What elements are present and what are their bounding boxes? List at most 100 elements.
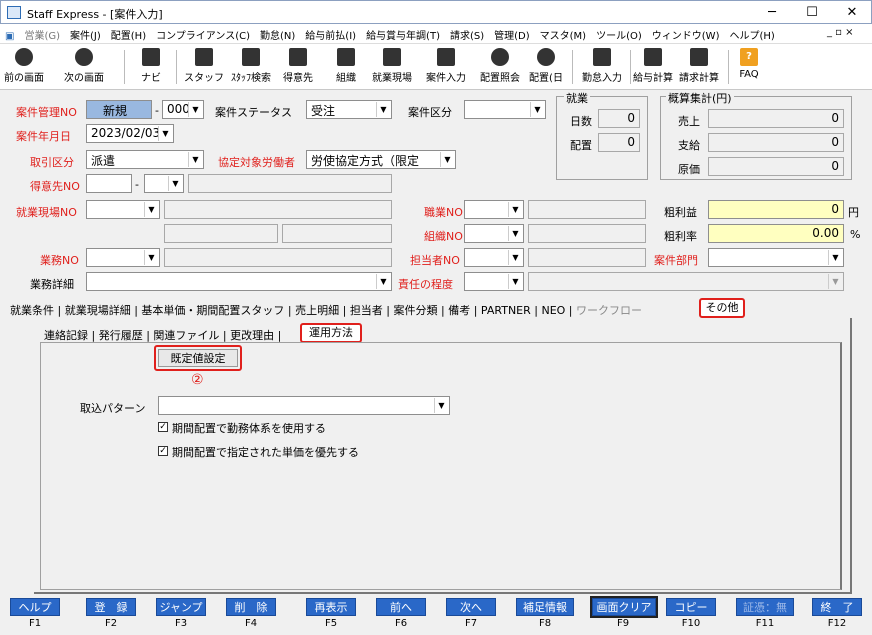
gross-profit-unit: 円 [848, 206, 859, 219]
tab-notes[interactable]: 備考 [448, 302, 470, 318]
site-select[interactable]: ▼ [86, 200, 160, 219]
delete-button[interactable]: 削 除 [226, 598, 276, 616]
menu-help[interactable]: ヘルプ(H) [724, 24, 779, 42]
copy-button[interactable]: コピー [666, 598, 716, 616]
jump-button[interactable]: ジャンプ [156, 598, 206, 616]
tab-site-detail[interactable]: 就業現場詳細 [65, 302, 131, 318]
client-sub-select[interactable]: ▼ [144, 174, 184, 193]
status-select[interactable]: 受注 ▼ [306, 100, 392, 119]
minimize-button[interactable]: ─ [757, 3, 787, 23]
tab-sales-detail[interactable]: 売上明細 [295, 302, 339, 318]
forward-button[interactable]: 次の画面 [58, 48, 110, 84]
default-setting-button[interactable]: 既定値設定 [158, 349, 238, 367]
faq-button[interactable]: ? FAQ [734, 48, 764, 80]
pattern-select[interactable]: ▼ [158, 396, 450, 415]
subtab-operation[interactable]: 運用方法 [300, 323, 362, 343]
f6-key: F6 [394, 618, 408, 629]
check-use-shift[interactable]: ✓ [158, 422, 168, 432]
staff-label: 担当者NO [410, 254, 460, 267]
staff-button[interactable]: スタッフ [184, 48, 224, 84]
f9-key: F9 [616, 618, 630, 629]
work-name-field [164, 248, 392, 267]
help-button[interactable]: ヘルプ [10, 598, 60, 616]
case-input-button[interactable]: 案件入力 [420, 48, 472, 84]
exit-button[interactable]: 終 了 [812, 598, 862, 616]
agreement-select[interactable]: 労使協定方式（限定 ▼ [306, 150, 456, 169]
menu-window[interactable]: ウィンドウ(W) [647, 24, 725, 42]
menu-tool[interactable]: ツール(O) [591, 24, 647, 42]
org-icon [337, 48, 355, 66]
case-no-field[interactable]: 新規 [86, 100, 152, 119]
site-button[interactable]: 就業現場 [368, 48, 416, 84]
work-select[interactable]: ▼ [86, 248, 160, 267]
mdi-controls[interactable]: _ ▫ × [822, 24, 859, 38]
navi-button[interactable]: ナビ [134, 48, 168, 84]
payroll-button[interactable]: 給与計算 [632, 48, 674, 84]
tab-partner[interactable]: PARTNER [481, 304, 531, 317]
prev-button[interactable]: 前へ [376, 598, 426, 616]
menu-kintai[interactable]: 勤怠(N) [255, 24, 300, 42]
evidence-button[interactable]: 証憑：無 [736, 598, 794, 616]
tab-workflow[interactable]: ワークフロー [576, 302, 642, 318]
tab-staff[interactable]: 担当者 [350, 302, 383, 318]
subtab-issue-history[interactable]: 発行履歴 [99, 327, 143, 343]
back-button[interactable]: 前の画面 [4, 48, 44, 84]
case-seq-select[interactable]: 000 ▼ [162, 100, 204, 119]
resp-select[interactable]: ▼ [464, 272, 524, 291]
toolbar-separator [124, 50, 125, 84]
supplement-button[interactable]: 補足情報 [516, 598, 574, 616]
assign-day-button[interactable]: 配置(日 [526, 48, 566, 84]
next-button[interactable]: 次へ [446, 598, 496, 616]
tab-neo[interactable]: NEO [541, 304, 565, 317]
main-tabs: 就業条件 | 就業現場詳細 | 基本単価・期間配置スタッフ | 売上明細 | 担… [10, 302, 643, 318]
detail-select[interactable]: ▼ [86, 272, 392, 291]
assign-query-button[interactable]: 配置照会 [476, 48, 524, 84]
menu-anken[interactable]: 案件(J) [65, 24, 106, 42]
check-prefer-price[interactable]: ✓ [158, 446, 168, 456]
chevron-down-icon: ▼ [144, 202, 158, 217]
tab-work-conditions[interactable]: 就業条件 [10, 302, 54, 318]
toolbar-separator [176, 50, 177, 84]
subtab-contact-log[interactable]: 連絡記録 [44, 327, 88, 343]
menu-maebarai[interactable]: 給与前払(I) [300, 24, 361, 42]
menu-bar: ▣ 営業(G) 案件(J) 配置(H) コンプライアンス(C) 勤怠(N) 給与前払(I) 給… [0, 24, 872, 44]
subtab-renewal-reason[interactable]: 更改理由 [230, 327, 274, 343]
f7-key: F7 [464, 618, 478, 629]
clear-screen-button[interactable]: 画面クリア [590, 596, 658, 618]
maximize-button[interactable]: ☐ [797, 3, 827, 23]
staff-select[interactable]: ▼ [464, 248, 524, 267]
billing-button[interactable]: 請求計算 [676, 48, 722, 84]
staff-search-button[interactable]: ｽﾀｯﾌ検索 [228, 48, 274, 84]
menu-seikyu[interactable]: 請求(S) [445, 24, 489, 42]
client-label: 得意先NO [30, 180, 80, 193]
menu-kanri[interactable]: 管理(D) [489, 24, 535, 42]
case-no-sep: - [155, 104, 159, 117]
client-name-field [188, 174, 392, 193]
date-field[interactable]: 2023/02/03 ▼ [86, 124, 174, 143]
menu-eigyo[interactable]: 営業(G) [19, 24, 65, 42]
client-button[interactable]: 得意先 [278, 48, 318, 84]
menu-compliance[interactable]: コンプライアンス(C) [151, 24, 255, 42]
dept-select[interactable]: ▼ [708, 248, 844, 267]
register-button[interactable]: 登 録 [86, 598, 136, 616]
client-no-field[interactable] [86, 174, 132, 193]
summary-group-title: 概算集計(円) [666, 90, 734, 106]
attendance-button[interactable]: 勤怠入力 [578, 48, 626, 84]
tab-case-class[interactable]: 案件分類 [394, 302, 438, 318]
tab-basic-price[interactable]: 基本単価・期間配置スタッフ [141, 302, 284, 318]
arrow-right-icon [75, 48, 93, 66]
menu-haichi[interactable]: 配置(H) [106, 24, 151, 42]
subtab-related-files[interactable]: 関連ファイル [153, 327, 219, 343]
category-select[interactable]: ▼ [464, 100, 546, 119]
close-button[interactable]: ✕ [837, 3, 867, 23]
refresh-button[interactable]: 再表示 [306, 598, 356, 616]
check-prefer-price-label: 期間配置で指定された単価を優先する [172, 446, 359, 459]
menu-master[interactable]: マスタ(M) [535, 24, 591, 42]
deal-select[interactable]: 派遣 ▼ [86, 150, 204, 169]
gross-profit-value: 0 [708, 200, 844, 219]
tab-other[interactable]: その他 [699, 298, 745, 318]
job-select[interactable]: ▼ [464, 200, 524, 219]
org-select[interactable]: ▼ [464, 224, 524, 243]
menu-kyuyo[interactable]: 給与賞与年調(T) [361, 24, 445, 42]
org-button[interactable]: 組織 [328, 48, 364, 84]
